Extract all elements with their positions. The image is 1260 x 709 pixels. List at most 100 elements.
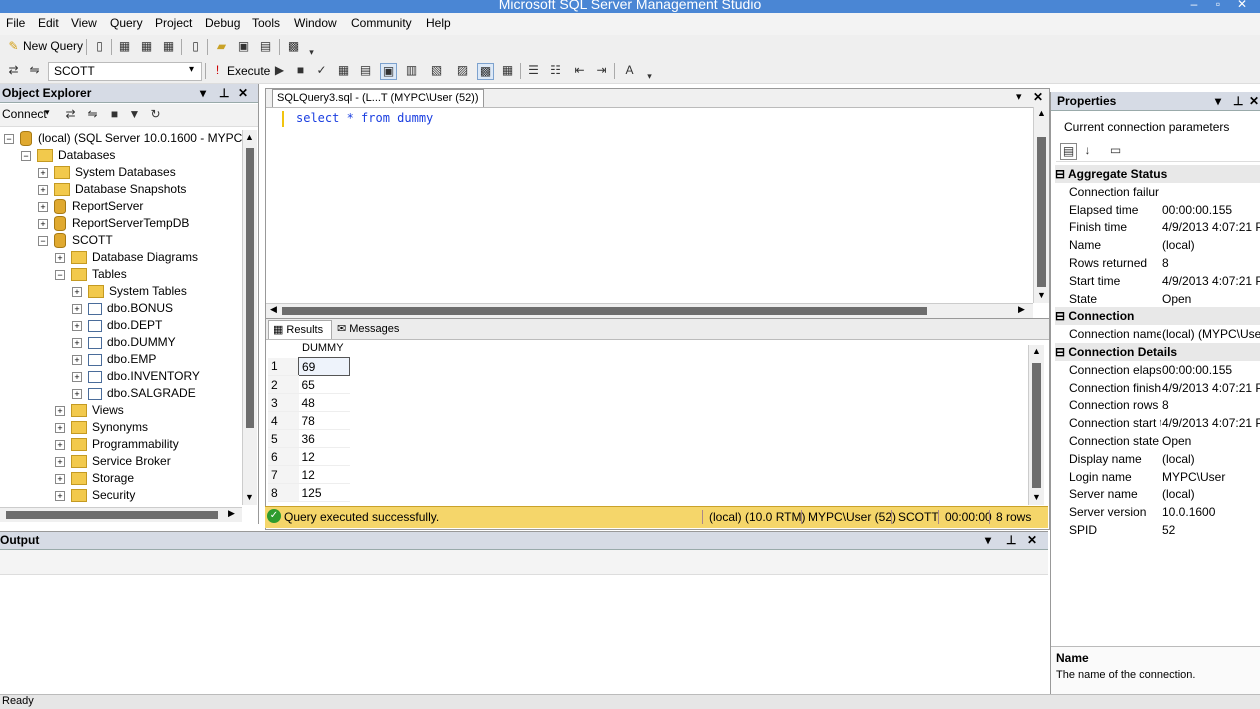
table-row[interactable]: 8 125 xyxy=(268,483,350,502)
property-value[interactable]: 00:00:00.155 xyxy=(1162,201,1260,219)
results-to-grid-icon[interactable]: ▣ xyxy=(380,63,397,80)
collapse-icon[interactable]: − xyxy=(4,133,14,144)
tree-node[interactable]: + Security xyxy=(55,487,135,504)
menu-edit[interactable]: Edit xyxy=(36,16,61,30)
estimated-plan-icon[interactable]: ▦ xyxy=(336,63,351,78)
editor-horizontal-scrollbar[interactable]: ◀ ▶ xyxy=(266,303,1033,318)
property-row[interactable]: Finish time 4/9/2013 4:07:21 PM xyxy=(1055,218,1260,236)
expand-icon[interactable]: + xyxy=(55,490,65,501)
property-value[interactable]: 4/9/2013 4:07:21 PM xyxy=(1162,272,1260,290)
sqlcmd-mode-icon[interactable]: ▦ xyxy=(500,63,515,78)
table-row[interactable]: 5 36 xyxy=(268,429,350,448)
tree-node[interactable]: + Database Snapshots xyxy=(38,181,186,198)
property-row[interactable]: Connection state Open xyxy=(1055,432,1260,450)
property-value[interactable]: (local) xyxy=(1162,236,1260,254)
close-tab-icon[interactable]: ✕ xyxy=(1033,90,1043,104)
client-statistics-icon[interactable]: ▩ xyxy=(477,63,494,80)
expand-icon[interactable]: + xyxy=(55,473,65,484)
tree-node[interactable]: + Database Diagrams xyxy=(55,249,198,266)
scroll-down-icon[interactable]: ▼ xyxy=(1037,290,1046,300)
new-query-button[interactable]: New Query xyxy=(23,39,83,53)
tab-results[interactable]: ▦ Results xyxy=(268,320,332,339)
collapse-icon[interactable]: − xyxy=(21,150,31,161)
tree-node[interactable]: + System Tables xyxy=(72,283,187,300)
menu-query[interactable]: Query xyxy=(108,16,145,30)
table-row[interactable]: 2 65 xyxy=(268,375,350,394)
dropdown-icon[interactable]: ▾ xyxy=(1215,92,1221,110)
new-item-icon[interactable]: ▯ xyxy=(188,39,203,54)
sql-code-line[interactable]: select * from dummy xyxy=(296,111,433,125)
expand-icon[interactable]: + xyxy=(55,405,65,416)
table-row[interactable]: 3 48 xyxy=(268,393,350,412)
tree-node[interactable]: + System Databases xyxy=(38,164,176,181)
open-folder-icon[interactable]: ▰ xyxy=(214,39,229,54)
property-value[interactable]: (local) (MYPC\User) xyxy=(1162,325,1260,343)
pin-icon[interactable]: ⊥ xyxy=(1006,532,1016,549)
save-all-icon[interactable]: ▤ xyxy=(258,39,273,54)
collapse-icon[interactable]: − xyxy=(38,235,48,246)
row-number[interactable]: 8 xyxy=(268,483,299,502)
property-row[interactable]: Start time 4/9/2013 4:07:21 PM xyxy=(1055,272,1260,290)
chevron-down-icon[interactable]: ▾ xyxy=(45,107,50,118)
property-value[interactable]: 00:00:00.155 xyxy=(1162,361,1260,379)
tree-scroll-thumb[interactable] xyxy=(246,148,254,428)
tree-node[interactable]: + Service Broker xyxy=(55,453,171,470)
menu-tools[interactable]: Tools xyxy=(250,16,282,30)
close-icon[interactable]: ✕ xyxy=(238,84,248,102)
grid-cell[interactable]: 48 xyxy=(298,393,350,412)
grid-cell[interactable]: 69 xyxy=(298,357,350,376)
pin-icon[interactable]: ⊥ xyxy=(219,84,229,102)
dropdown-icon[interactable]: ▾ xyxy=(200,84,206,102)
new-query-icon[interactable]: ✎ xyxy=(6,39,21,54)
expand-icon[interactable]: + xyxy=(38,201,48,212)
expand-icon[interactable]: + xyxy=(72,337,82,348)
toolbar-options-icon[interactable]: ▾ xyxy=(642,69,657,84)
row-number[interactable]: 2 xyxy=(268,375,299,394)
scroll-up-icon[interactable]: ▲ xyxy=(1037,108,1046,118)
tree-node[interactable]: − (local) (SQL Server 10.0.1600 - MYPC\Us… xyxy=(4,130,242,147)
close-icon[interactable]: ✕ xyxy=(1249,92,1259,110)
grid-cell[interactable]: 65 xyxy=(298,375,350,394)
row-number[interactable]: 6 xyxy=(268,447,299,466)
grid-cell[interactable]: 125 xyxy=(298,483,350,502)
tree-node[interactable]: − Tables xyxy=(55,266,127,283)
property-row[interactable]: State Open xyxy=(1055,290,1260,308)
menu-view[interactable]: View xyxy=(69,16,99,30)
property-value[interactable]: 4/9/2013 4:07:21 PM xyxy=(1162,379,1260,397)
menu-debug[interactable]: Debug xyxy=(203,16,242,30)
chevron-down-icon[interactable]: ▾ xyxy=(1016,90,1022,103)
property-category[interactable]: ⊟ Connection xyxy=(1055,307,1260,326)
tree-node[interactable]: + Views xyxy=(55,402,124,419)
activity-monitor-icon[interactable]: ▩ xyxy=(286,39,301,54)
grid-cell[interactable]: 12 xyxy=(298,465,350,484)
collapse-icon[interactable]: ⊟ xyxy=(1055,345,1068,359)
property-row[interactable]: Server name (local) xyxy=(1055,485,1260,503)
property-value[interactable]: (local) xyxy=(1162,450,1260,468)
grid-cell[interactable]: 36 xyxy=(298,429,350,448)
property-row[interactable]: Server version 10.0.1600 xyxy=(1055,503,1260,521)
tree-node[interactable]: + dbo.BONUS xyxy=(72,300,173,317)
mdx-query-icon[interactable]: ▦ xyxy=(139,39,154,54)
property-pages-icon[interactable]: ▭ xyxy=(1108,143,1123,158)
grid-cell[interactable]: 12 xyxy=(298,447,350,466)
connect-object-icon[interactable]: ⇄ xyxy=(63,107,78,122)
expand-icon[interactable]: + xyxy=(72,320,82,331)
results-vertical-scrollbar[interactable]: ▲ ▼ xyxy=(1028,345,1044,505)
collapse-icon[interactable]: ⊟ xyxy=(1055,167,1068,181)
results-to-text-icon[interactable]: ▥ xyxy=(404,63,419,78)
property-value[interactable]: Open xyxy=(1162,290,1260,308)
grid-cell[interactable]: 78 xyxy=(298,411,350,430)
tree-node[interactable]: + dbo.INVENTORY xyxy=(72,368,200,385)
scroll-left-icon[interactable]: ◀ xyxy=(270,304,277,315)
disconnect-icon[interactable]: ⇋ xyxy=(85,107,100,122)
property-category[interactable]: ⊟ Connection Details xyxy=(1055,343,1260,361)
editor-tab[interactable]: SQLQuery3.sql - (L...T (MYPC\User (52)) xyxy=(272,89,484,107)
filter-icon[interactable]: ▼ xyxy=(127,107,142,122)
expand-icon[interactable]: + xyxy=(72,371,82,382)
property-row[interactable]: Connection finish4/9/2013 4:07:21 PM xyxy=(1055,379,1260,397)
table-row[interactable]: 6 12 xyxy=(268,447,350,466)
property-value[interactable]: 8 xyxy=(1162,254,1260,272)
stop-icon[interactable]: ■ xyxy=(107,107,122,122)
decrease-indent-icon[interactable]: ⇤ xyxy=(572,63,587,78)
comment-icon[interactable]: ☰ xyxy=(526,63,541,78)
